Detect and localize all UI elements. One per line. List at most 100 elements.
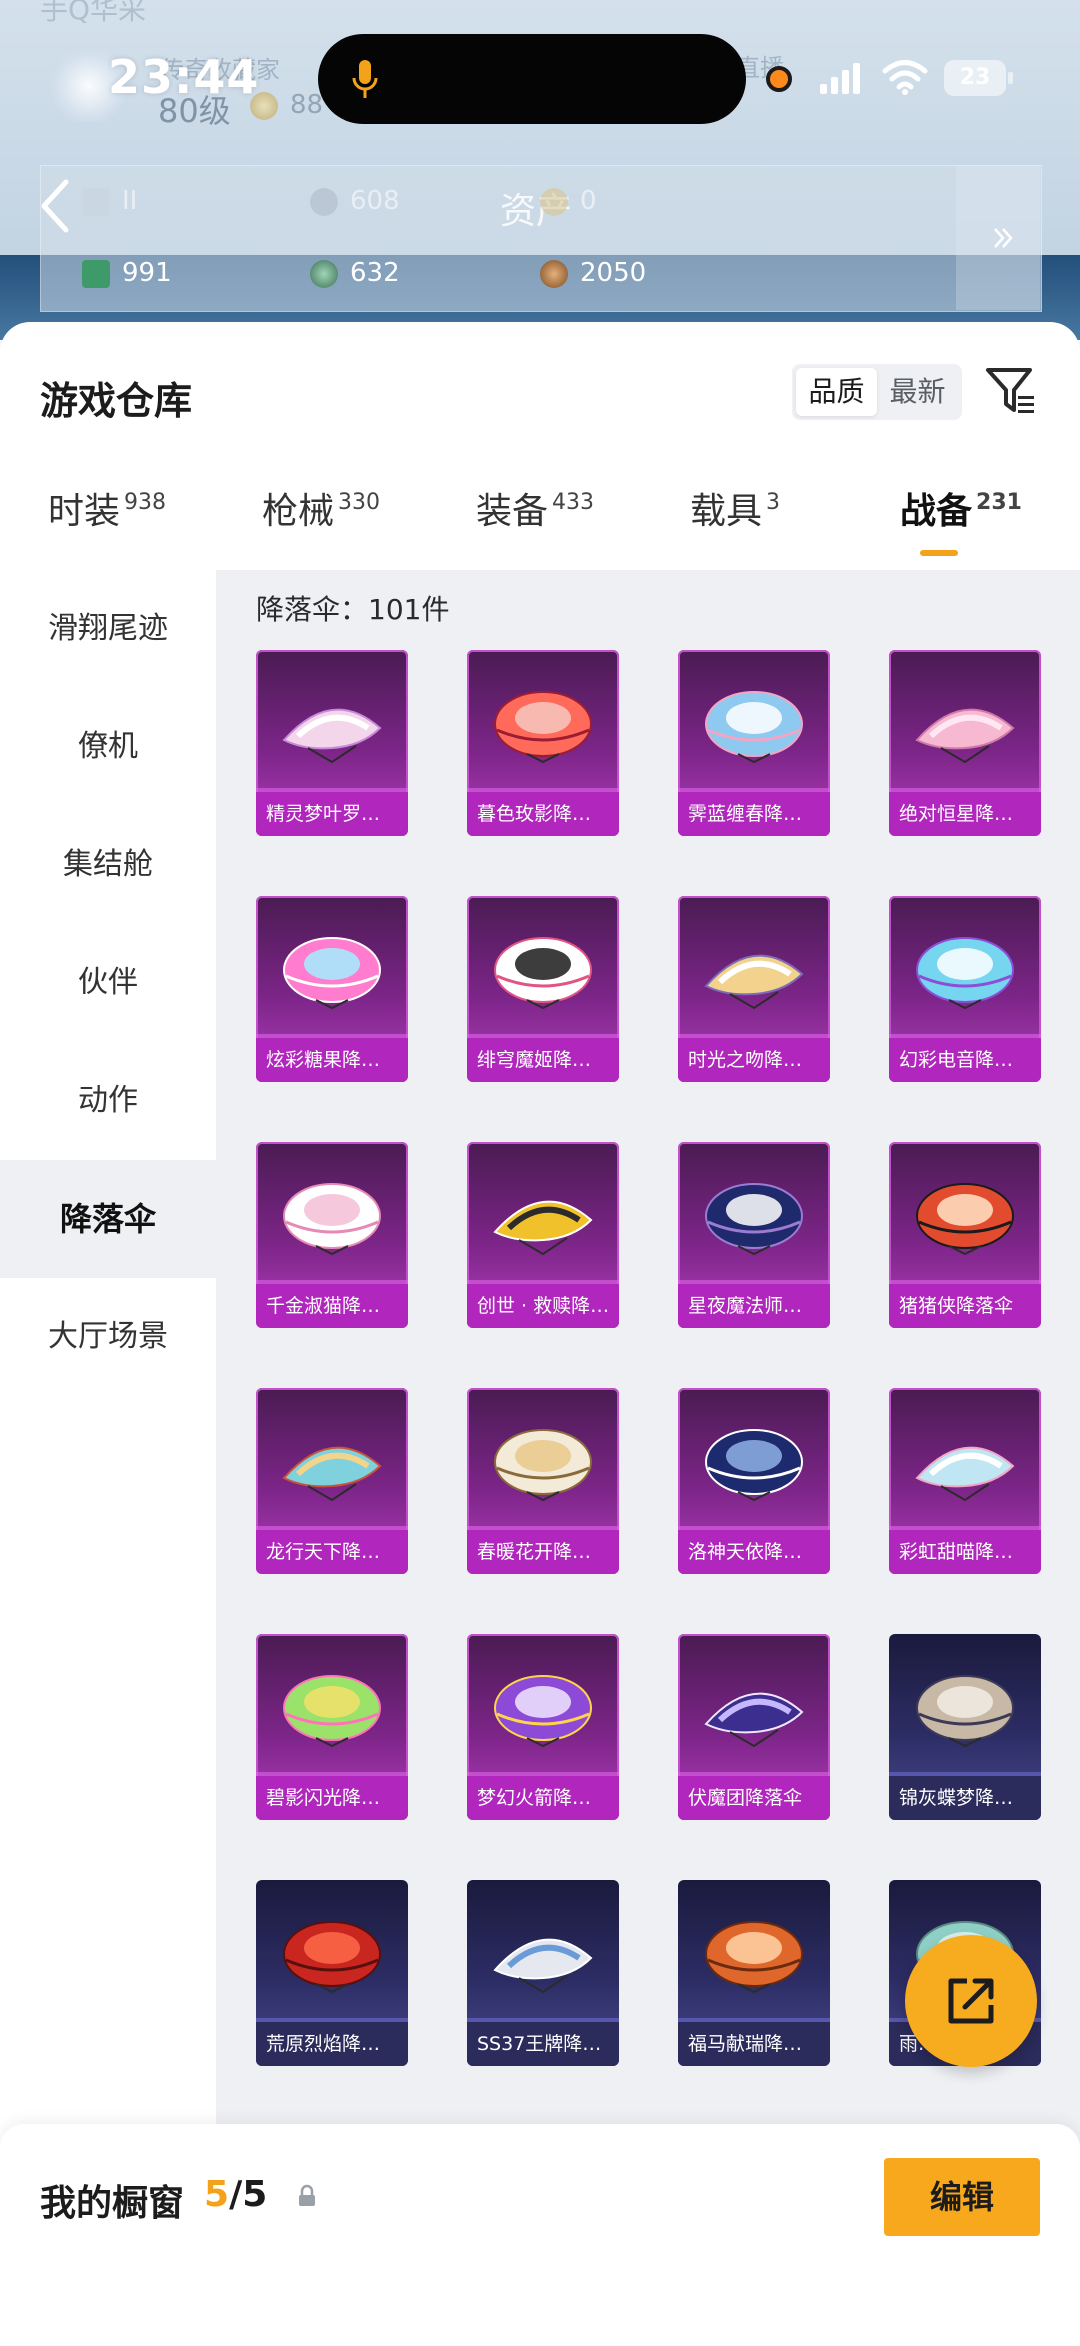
parachute-card[interactable]: 彩虹甜喵降… bbox=[889, 1388, 1041, 1574]
parachute-icon bbox=[494, 1675, 592, 1748]
parachute-icon bbox=[494, 1429, 592, 1502]
parachute-card[interactable]: 绯穹魔姬降… bbox=[467, 896, 619, 1082]
sort-by-newest[interactable]: 最新 bbox=[877, 368, 958, 416]
showcase-current: 5 bbox=[204, 2174, 230, 2215]
parachute-name: 精灵梦叶罗… bbox=[256, 792, 408, 836]
tab-count: 231 bbox=[976, 490, 1022, 515]
share-button[interactable] bbox=[905, 1935, 1037, 2067]
parachute-name: 创世 · 救赎降… bbox=[467, 1284, 619, 1328]
parachute-name: 星夜魔法师… bbox=[678, 1284, 830, 1328]
sidebar-item-partner[interactable]: 伙伴 bbox=[0, 924, 216, 1042]
parachute-icon bbox=[916, 1183, 1014, 1256]
share-icon bbox=[948, 1978, 994, 2024]
wifi-icon bbox=[882, 60, 928, 95]
tab-vehicles[interactable]: 载具 3 bbox=[690, 482, 780, 534]
sidebar-item-parachute[interactable]: 降落伞 bbox=[0, 1160, 216, 1278]
parachute-card[interactable]: 春暖花开降… bbox=[467, 1388, 619, 1574]
parachute-card[interactable]: 幻彩电音降… bbox=[889, 896, 1041, 1082]
double-chevron-right-icon[interactable] bbox=[992, 226, 1014, 250]
dynamic-island bbox=[318, 34, 746, 124]
category-tabs: 时装 938 枪械 330 装备 433 载具 3 战备 231 bbox=[0, 482, 1080, 572]
tab-fashion[interactable]: 时装 938 bbox=[48, 482, 166, 534]
parachute-card[interactable]: 荒原烈焰降… bbox=[256, 1880, 408, 2066]
microphone-icon bbox=[352, 60, 378, 98]
parachute-card[interactable]: 猪猪侠降落伞 bbox=[889, 1142, 1041, 1328]
tab-battle-gear[interactable]: 战备 231 bbox=[900, 482, 1022, 534]
parachute-icon bbox=[493, 1938, 593, 1994]
sidebar-item-lobby-scene[interactable]: 大厅场景 bbox=[0, 1278, 216, 1396]
edit-button[interactable]: 编辑 bbox=[884, 2158, 1040, 2236]
parachute-icon bbox=[705, 1921, 803, 1994]
gold-token-icon bbox=[540, 187, 568, 216]
parachute-card[interactable]: 炫彩糖果降… bbox=[256, 896, 408, 1082]
parachute-card[interactable]: 龙行天下降… bbox=[256, 1388, 408, 1574]
parachute-card[interactable]: 暮色玫影降… bbox=[467, 650, 619, 836]
tab-label: 载具 bbox=[690, 491, 763, 532]
parachute-icon bbox=[915, 1446, 1015, 1502]
lock-icon bbox=[299, 2184, 315, 2206]
parachute-icon bbox=[704, 954, 804, 1010]
parachute-card[interactable]: 千金淑猫降… bbox=[256, 1142, 408, 1328]
parachute-icon bbox=[705, 1429, 803, 1502]
back-arrow-icon[interactable] bbox=[38, 178, 72, 234]
parachute-card[interactable]: 绝对恒星降… bbox=[889, 650, 1041, 836]
parachute-name: 锦灰蝶梦降… bbox=[889, 1776, 1041, 1820]
parachute-name: 幻彩电音降… bbox=[889, 1038, 1041, 1082]
tab-label: 装备 bbox=[476, 491, 549, 532]
asset-value: 0 bbox=[580, 186, 597, 216]
tab-label: 枪械 bbox=[262, 491, 335, 532]
recording-indicator-icon bbox=[766, 66, 792, 92]
showcase-label: 我的橱窗 bbox=[40, 2183, 185, 2224]
parachute-card[interactable]: 创世 · 救赎降… bbox=[467, 1142, 619, 1328]
sidebar-item-assembly-pod[interactable]: 集结舱 bbox=[0, 806, 216, 924]
parachute-card[interactable]: 洛神天依降… bbox=[678, 1388, 830, 1574]
parachute-icon bbox=[282, 1446, 382, 1502]
parachute-name: 彩虹甜喵降… bbox=[889, 1530, 1041, 1574]
parachute-icon bbox=[282, 708, 382, 764]
signal-icon bbox=[820, 63, 860, 94]
parachute-icon bbox=[915, 708, 1015, 764]
parachute-card[interactable]: 霁蓝缠春降… bbox=[678, 650, 830, 836]
parachute-card[interactable]: 精灵梦叶罗… bbox=[256, 650, 408, 836]
sidebar-item-wingman[interactable]: 僚机 bbox=[0, 688, 216, 806]
parachute-name: 暮色玫影降… bbox=[467, 792, 619, 836]
asset-value: 991 bbox=[122, 258, 172, 288]
parachute-card[interactable]: 伏魔团降落伞 bbox=[678, 1634, 830, 1820]
parachute-icon bbox=[283, 937, 381, 1010]
sidebar-item-glide-trail[interactable]: 滑翔尾迹 bbox=[0, 570, 216, 688]
tab-label: 时装 bbox=[48, 491, 121, 532]
parachute-card[interactable]: 星夜魔法师… bbox=[678, 1142, 830, 1328]
parachute-card[interactable]: 碧影闪光降… bbox=[256, 1634, 408, 1820]
sort-by-quality[interactable]: 品质 bbox=[796, 368, 877, 416]
parachute-card[interactable]: SS37王牌降… bbox=[467, 1880, 619, 2066]
parachute-name: 春暖花开降… bbox=[467, 1530, 619, 1574]
parachute-card[interactable]: 时光之吻降… bbox=[678, 896, 830, 1082]
parachute-name: 时光之吻降… bbox=[678, 1038, 830, 1082]
tab-equipment[interactable]: 装备 433 bbox=[476, 482, 594, 534]
parachute-icon bbox=[283, 1675, 381, 1748]
tab-count: 938 bbox=[124, 490, 167, 515]
parachute-name: 霁蓝缠春降… bbox=[678, 792, 830, 836]
showcase-count: 5/5 bbox=[204, 2174, 267, 2215]
asset-item: 991 bbox=[82, 258, 172, 288]
filter-icon[interactable] bbox=[984, 364, 1038, 418]
sidebar: 滑翔尾迹 僚机 集结舱 伙伴 动作 降落伞 大厅场景 bbox=[0, 570, 216, 2346]
active-tab-indicator bbox=[920, 550, 958, 556]
parachute-icon bbox=[283, 1921, 381, 1994]
page-title: 游戏仓库 bbox=[40, 379, 193, 423]
parachute-name: 伏魔团降落伞 bbox=[678, 1776, 830, 1820]
parachute-icon bbox=[916, 937, 1014, 1010]
sidebar-item-emote[interactable]: 动作 bbox=[0, 1042, 216, 1160]
asset-item: 2050 bbox=[540, 258, 646, 288]
tab-firearms[interactable]: 枪械 330 bbox=[262, 482, 380, 534]
parachute-card[interactable]: 福马献瑞降… bbox=[678, 1880, 830, 2066]
parachute-icon bbox=[705, 691, 803, 764]
ticket-icon bbox=[82, 187, 110, 216]
item-grid-area: 降落伞：101件 精灵梦叶罗… 暮色玫影降… 霁蓝缠春降… 绝对恒星降… 炫彩糖… bbox=[216, 570, 1080, 2346]
faded-title: 手Q华采 bbox=[40, 0, 147, 26]
parachute-name: 梦幻火箭降… bbox=[467, 1776, 619, 1820]
parachute-card[interactable]: 梦幻火箭降… bbox=[467, 1634, 619, 1820]
parachute-name: 碧影闪光降… bbox=[256, 1776, 408, 1820]
parachute-card[interactable]: 锦灰蝶梦降… bbox=[889, 1634, 1041, 1820]
sort-toggle: 品质 最新 bbox=[792, 364, 962, 420]
